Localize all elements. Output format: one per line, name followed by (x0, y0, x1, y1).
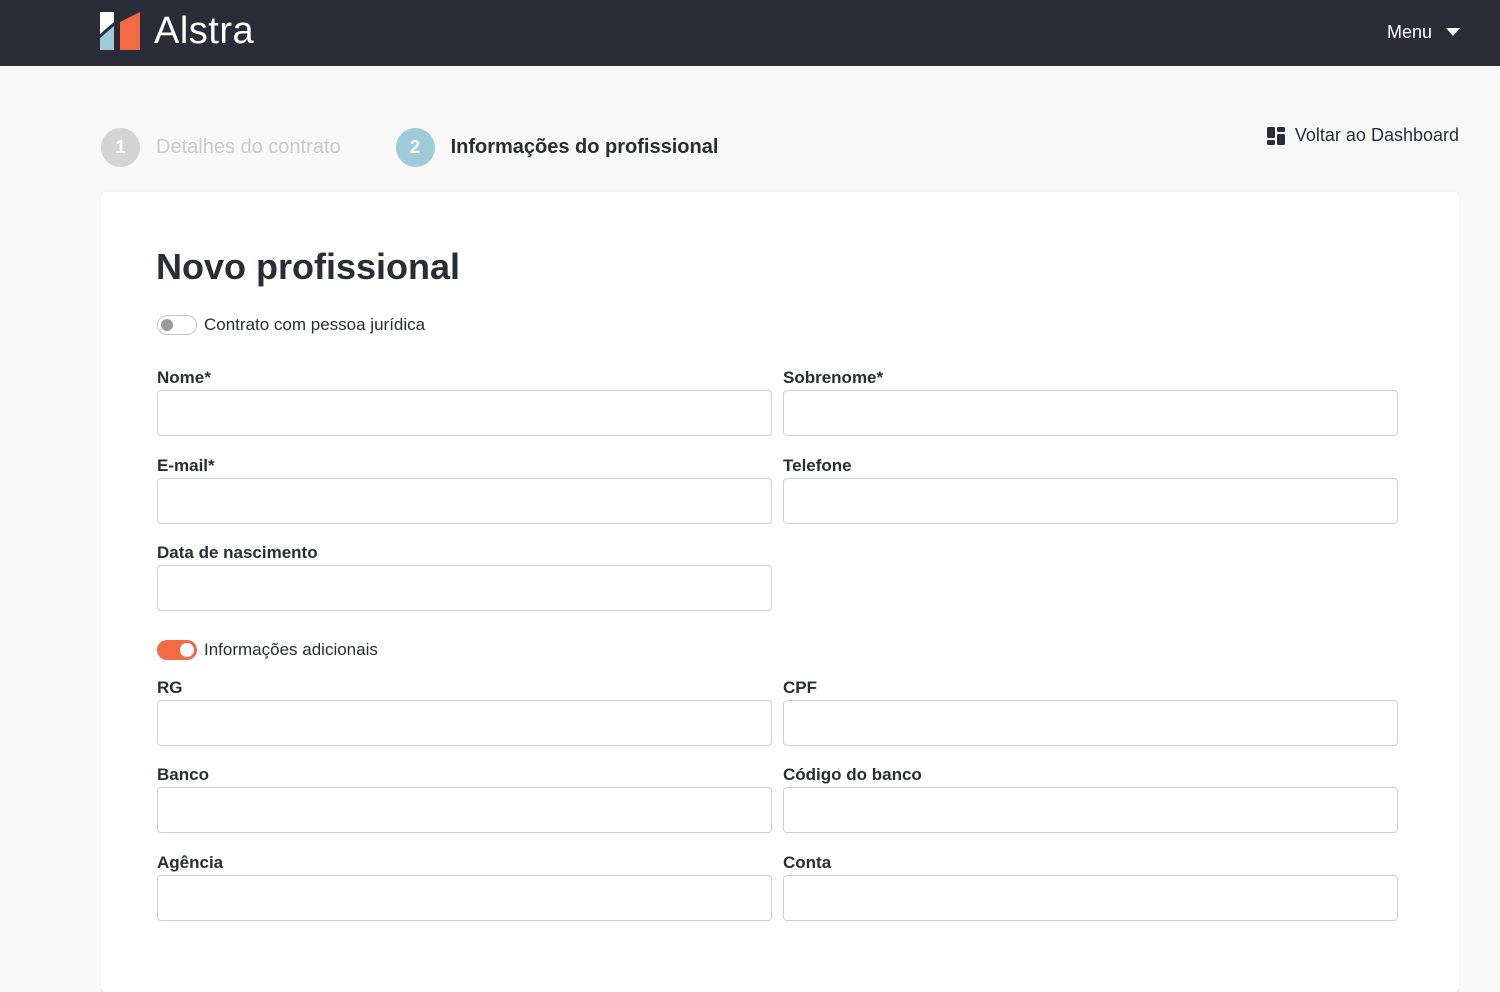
cpf-input[interactable] (783, 700, 1398, 746)
codigo-banco-field-group: Código do banco (783, 765, 1398, 833)
cpf-label: CPF (783, 678, 817, 697)
step-professional-info[interactable]: 2 Informações do profissional (395, 128, 719, 167)
form-card: Novo profissional Contrato com pessoa ju… (101, 192, 1459, 992)
telefone-label: Telefone (783, 456, 852, 475)
extra-info-toggle[interactable] (157, 640, 197, 660)
nome-label: Nome* (157, 368, 211, 387)
conta-label: Conta (783, 853, 832, 872)
page-title: Novo profissional (156, 246, 461, 287)
telefone-field-group: Telefone (783, 456, 1398, 524)
step-contract-details[interactable]: 1 Detalhes do contrato (101, 128, 341, 167)
back-to-dashboard-link[interactable]: Voltar ao Dashboard (1266, 125, 1459, 146)
back-link-label: Voltar ao Dashboard (1294, 125, 1459, 145)
email-input[interactable] (157, 478, 772, 524)
telefone-input[interactable] (783, 478, 1398, 524)
rg-field-group: RG (157, 678, 772, 746)
cpf-field-group: CPF (783, 678, 1398, 746)
pj-contract-toggle[interactable] (157, 315, 197, 335)
top-navbar: Alstra Menu (0, 0, 1500, 66)
nascimento-input[interactable] (157, 565, 772, 611)
nome-input[interactable] (157, 390, 772, 436)
step-number-badge: 1 (101, 128, 140, 167)
menu-dropdown[interactable]: Menu (1387, 20, 1460, 44)
menu-label: Menu (1386, 21, 1432, 42)
dashboard-icon (1266, 126, 1285, 145)
brand-name: Alstra (154, 10, 255, 52)
sobrenome-field-group: Sobrenome* (783, 368, 1398, 436)
extra-info-toggle-label: Informações adicionais (204, 640, 378, 659)
brand-logo[interactable]: Alstra (100, 11, 254, 51)
rg-label: RG (157, 678, 183, 697)
caret-down-icon (1446, 28, 1460, 36)
step-label: Informações do profissional (450, 136, 719, 158)
agencia-field-group: Agência (157, 853, 772, 921)
step-number-badge: 2 (395, 128, 435, 167)
extra-info-toggle-row: Informações adicionais (157, 640, 378, 660)
step-label: Detalhes do contrato (156, 136, 341, 158)
alstra-logo-icon (100, 12, 140, 50)
toggle-knob (161, 319, 173, 331)
email-field-group: E-mail* (157, 456, 772, 524)
sobrenome-label: Sobrenome* (783, 368, 884, 387)
rg-input[interactable] (157, 700, 772, 746)
agencia-input[interactable] (157, 875, 772, 921)
stepper: 1 Detalhes do contrato 2 Informações do … (101, 128, 718, 167)
pj-toggle-row: Contrato com pessoa jurídica (157, 315, 425, 335)
conta-input[interactable] (783, 875, 1398, 921)
nascimento-label: Data de nascimento (157, 543, 318, 562)
email-label: E-mail* (157, 456, 215, 475)
banco-field-group: Banco (157, 765, 772, 833)
pj-toggle-label: Contrato com pessoa jurídica (204, 315, 426, 334)
sobrenome-input[interactable] (783, 390, 1398, 436)
banco-input[interactable] (157, 787, 772, 833)
codigo-banco-label: Código do banco (783, 765, 922, 784)
banco-label: Banco (157, 765, 209, 784)
nascimento-field-group: Data de nascimento (157, 543, 772, 611)
agencia-label: Agência (157, 853, 224, 872)
conta-field-group: Conta (783, 853, 1398, 921)
nome-field-group: Nome* (157, 368, 772, 436)
codigo-banco-input[interactable] (783, 787, 1398, 833)
toggle-knob (180, 643, 194, 657)
